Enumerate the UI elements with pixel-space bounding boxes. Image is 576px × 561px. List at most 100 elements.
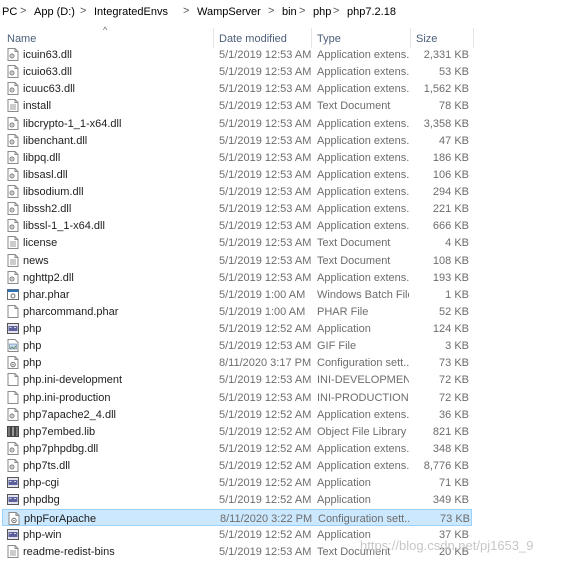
file-type: GIF File — [317, 340, 357, 353]
breadcrumb-separator-icon[interactable]: > — [268, 5, 274, 17]
file-date-modified: 5/1/2019 12:52 AM — [219, 425, 312, 438]
breadcrumb-separator-icon[interactable]: > — [333, 5, 339, 17]
breadcrumb-wampserver[interactable]: WampServer — [197, 6, 261, 18]
breadcrumb-separator-icon[interactable]: > — [20, 5, 26, 17]
php-exe-icon — [7, 476, 19, 489]
file-type: PHAR File — [317, 305, 369, 318]
file-row[interactable]: php 8/11/2020 3:17 PM Configuration sett..… — [2, 354, 472, 371]
file-type: Configuration sett... — [318, 512, 410, 525]
column-header-size[interactable]: Size — [416, 33, 437, 45]
file-row[interactable]: php7phpdbg.dll 5/1/2019 12:52 AM Applicati… — [2, 440, 472, 457]
breadcrumb-separator-icon[interactable]: > — [183, 5, 189, 17]
file-name: icuio63.dll — [23, 66, 72, 79]
file-name: php.ini-production — [23, 391, 111, 404]
file-row-selected[interactable]: phpForApache 8/11/2020 3:22 PM Configurati… — [2, 508, 472, 526]
file-row[interactable]: icuin63.dll 5/1/2019 12:53 AM Application … — [2, 46, 472, 63]
text-document-icon — [7, 99, 19, 113]
file-size: 821 KB — [432, 425, 469, 438]
file-row[interactable]: php.ini-development 5/1/2019 12:53 AM INI-… — [2, 371, 472, 388]
column-divider[interactable] — [213, 28, 214, 48]
file-row[interactable]: phpdbg 5/1/2019 12:52 AM Application 349 KB — [2, 491, 472, 508]
batch-file-icon — [7, 288, 19, 301]
column-divider[interactable] — [410, 28, 411, 48]
file-row[interactable]: libcrypto-1_1-x64.dll 5/1/2019 12:53 AM Ap… — [2, 115, 472, 132]
file-row[interactable]: php7ts.dll 5/1/2019 12:52 AM Application e… — [2, 457, 472, 474]
file-date-modified: 5/1/2019 12:53 AM — [219, 374, 312, 387]
lib-file-icon — [7, 425, 19, 438]
file-row[interactable]: nghttp2.dll 5/1/2019 12:53 AM Application … — [2, 269, 472, 286]
address-breadcrumb: PC > App (D:) > IntegratedEnvs > WampSer… — [0, 0, 576, 26]
file-type: Application extens... — [317, 117, 409, 130]
file-name: libsodium.dll — [23, 186, 84, 199]
file-name: php7ts.dll — [23, 460, 71, 473]
file-size: 36 KB — [439, 408, 469, 421]
sort-ascending-icon: ^ — [103, 25, 108, 35]
file-name: php7phpdbg.dll — [23, 442, 99, 455]
file-row[interactable]: php 5/1/2019 12:53 AM GIF File 3 KB — [2, 337, 472, 354]
dll-icon — [7, 219, 19, 233]
dll-icon — [7, 202, 19, 216]
column-header-type[interactable]: Type — [317, 33, 341, 45]
file-row[interactable]: libpq.dll 5/1/2019 12:53 AM Application ex… — [2, 149, 472, 166]
dll-icon — [7, 441, 19, 455]
column-header-date[interactable]: Date modified — [219, 33, 287, 45]
breadcrumb-pc[interactable]: PC — [2, 6, 17, 18]
file-row[interactable]: icuuc63.dll 5/1/2019 12:53 AM Application … — [2, 80, 472, 97]
file-date-modified: 5/1/2019 12:53 AM — [219, 100, 312, 113]
column-header-name[interactable]: Name — [7, 33, 36, 45]
column-divider[interactable] — [473, 28, 474, 48]
breadcrumb-integratedenvs[interactable]: IntegratedEnvs — [94, 6, 168, 18]
file-row[interactable]: libsodium.dll 5/1/2019 12:53 AM Applicatio… — [2, 183, 472, 200]
file-row[interactable]: license 5/1/2019 12:53 AM Text Document 4 K… — [2, 234, 472, 251]
text-document-icon — [7, 253, 19, 267]
file-type: Application extens... — [317, 83, 409, 96]
gif-file-icon — [7, 339, 19, 353]
file-row[interactable]: libssl-1_1-x64.dll 5/1/2019 12:53 AM Appli… — [2, 217, 472, 234]
text-document-icon — [7, 236, 19, 250]
php-exe-icon — [7, 528, 19, 541]
file-size: 1,562 KB — [423, 83, 469, 96]
breadcrumb-separator-icon[interactable]: > — [299, 5, 305, 17]
breadcrumb-php7218[interactable]: php7.2.18 — [347, 6, 396, 18]
file-size: 108 KB — [432, 254, 469, 267]
file-type: Application extens... — [317, 186, 409, 199]
file-size: 47 KB — [439, 134, 469, 147]
file-type: Application extens... — [317, 151, 409, 164]
file-size: 1 KB — [445, 288, 469, 301]
file-type: Object File Library — [317, 425, 407, 438]
file-row[interactable]: news 5/1/2019 12:53 AM Text Document 108 KB — [2, 252, 472, 269]
breadcrumb-php[interactable]: php — [313, 6, 331, 18]
config-file-icon — [7, 356, 19, 370]
file-row[interactable]: php.ini-production 5/1/2019 12:53 AM INI-P… — [2, 389, 472, 406]
file-type: Application extens... — [317, 49, 409, 61]
file-row[interactable]: php7embed.lib 5/1/2019 12:52 AM Object Fil… — [2, 423, 472, 440]
config-file-icon — [8, 511, 20, 525]
column-divider[interactable] — [311, 28, 312, 48]
file-size: 186 KB — [432, 151, 469, 164]
dll-icon — [7, 82, 19, 96]
file-type: Application — [317, 494, 371, 507]
breadcrumb-app-drive[interactable]: App (D:) — [34, 6, 75, 18]
file-row[interactable]: php7apache2_4.dll 5/1/2019 12:52 AM Applic… — [2, 406, 472, 423]
breadcrumb-bin[interactable]: bin — [282, 6, 297, 18]
file-row[interactable]: libenchant.dll 5/1/2019 12:53 AM Applicati… — [2, 132, 472, 149]
file-name: icuin63.dll — [23, 49, 72, 61]
file-date-modified: 5/1/2019 12:53 AM — [219, 220, 312, 233]
file-date-modified: 5/1/2019 12:52 AM — [219, 477, 312, 490]
file-row[interactable]: pharcommand.phar 5/1/2019 1:00 AM PHAR Fil… — [2, 303, 472, 320]
breadcrumb-separator-icon[interactable]: > — [80, 5, 86, 17]
file-row[interactable]: install 5/1/2019 12:53 AM Text Document 78 … — [2, 97, 472, 114]
file-row[interactable]: php 5/1/2019 12:52 AM Application 124 KB — [2, 320, 472, 337]
dll-icon — [7, 48, 19, 61]
file-name: pharcommand.phar — [23, 305, 119, 318]
file-name: php — [23, 340, 42, 353]
file-row[interactable]: libsasl.dll 5/1/2019 12:53 AM Application … — [2, 166, 472, 183]
file-row[interactable]: php-cgi 5/1/2019 12:52 AM Application 71 KB — [2, 474, 472, 491]
file-date-modified: 5/1/2019 12:53 AM — [219, 117, 312, 130]
file-row[interactable]: phar.phar 5/1/2019 1:00 AM Windows Batch F… — [2, 286, 472, 303]
file-name: libenchant.dll — [23, 134, 88, 147]
file-row[interactable]: icuio63.dll 5/1/2019 12:53 AM Application … — [2, 63, 472, 80]
file-size: 72 KB — [439, 374, 469, 387]
dll-icon — [7, 150, 19, 164]
file-row[interactable]: libssh2.dll 5/1/2019 12:53 AM Application … — [2, 200, 472, 217]
